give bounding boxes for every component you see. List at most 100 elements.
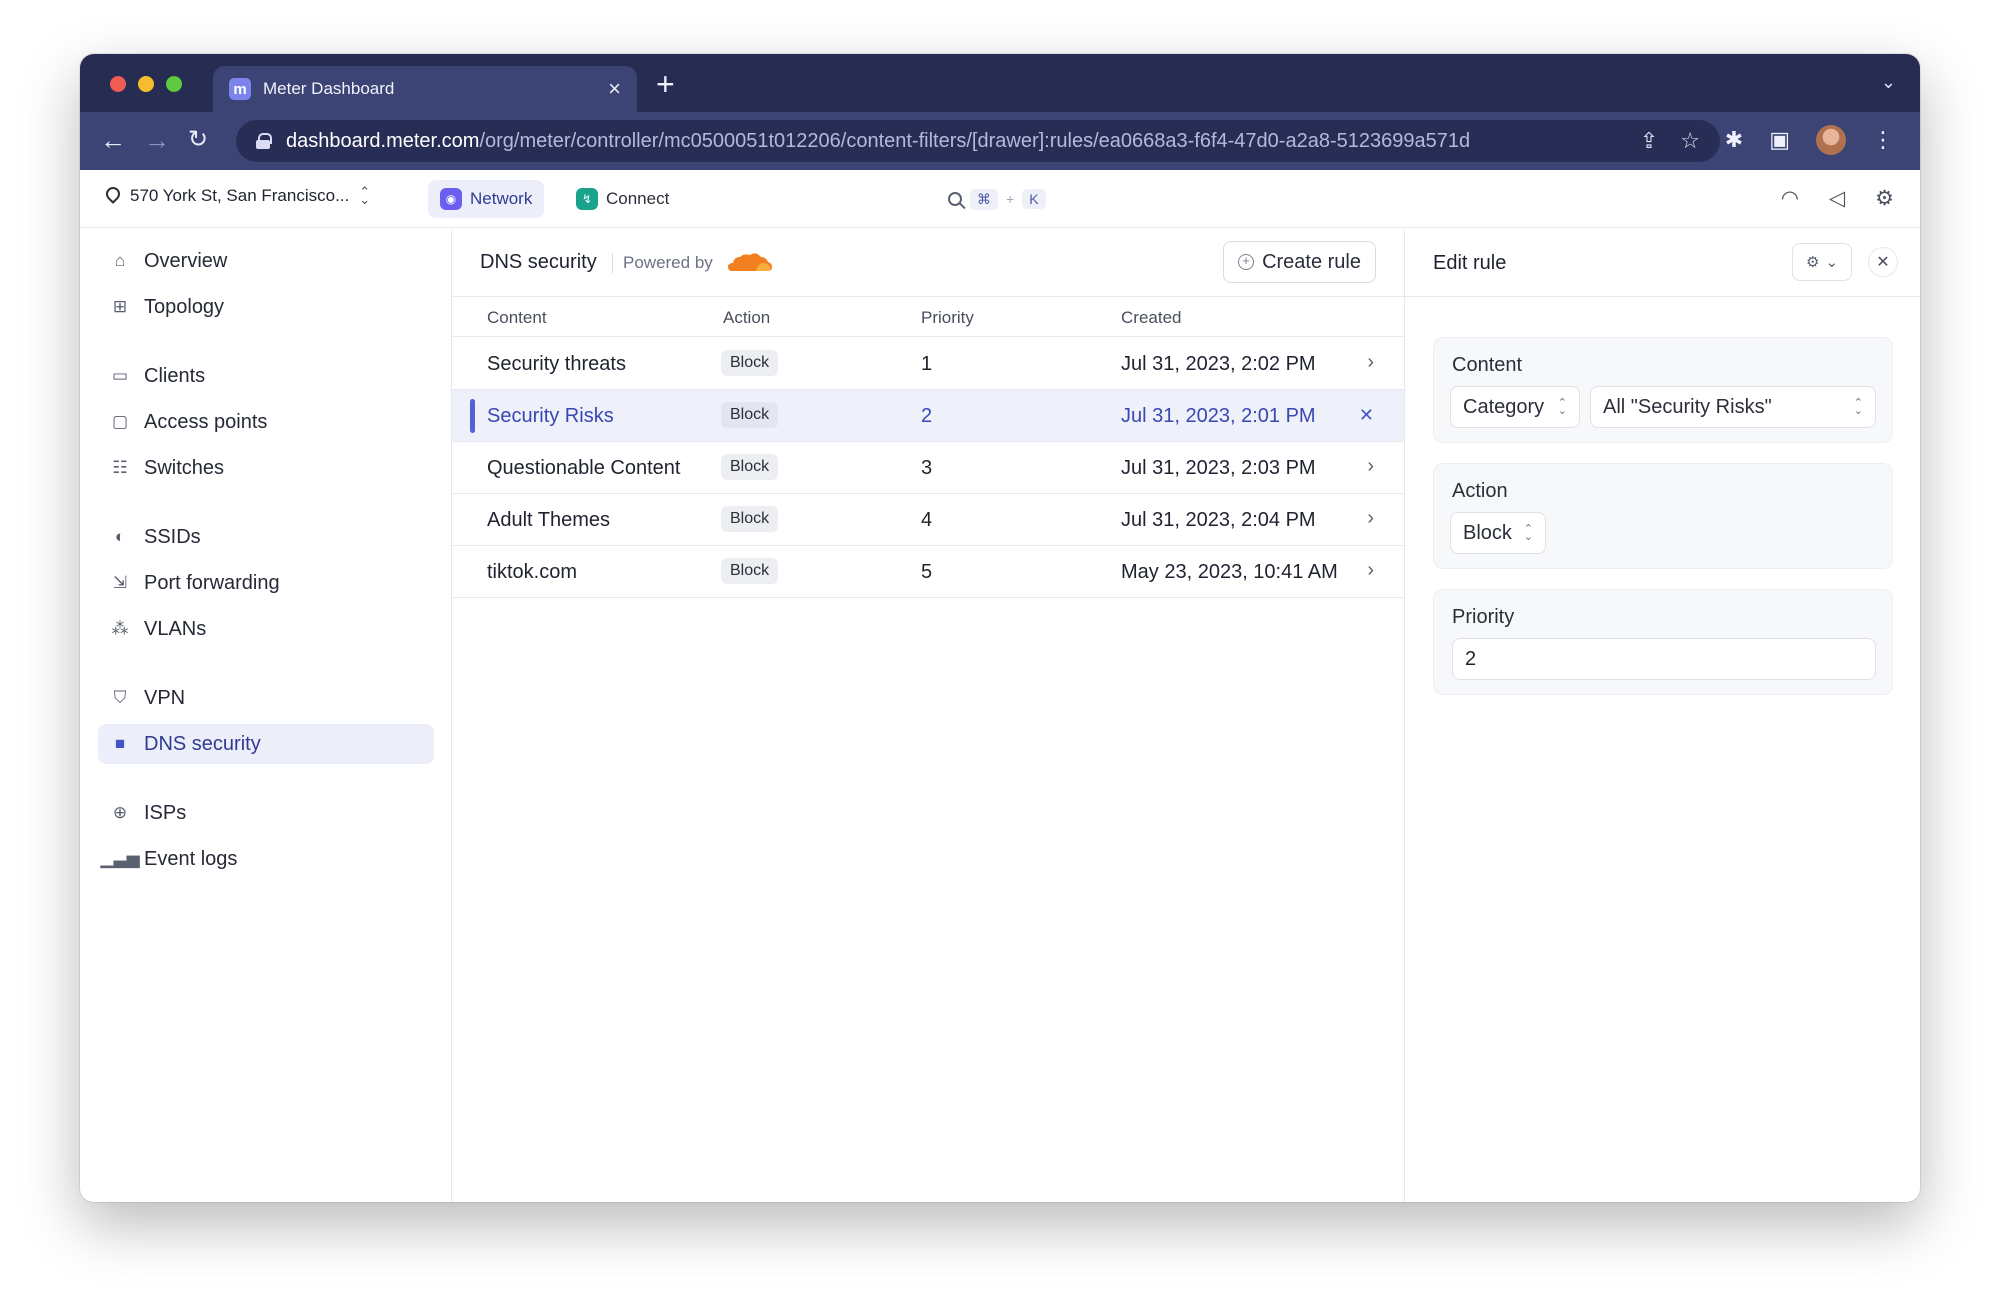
chevron-right-icon: › <box>1367 351 1374 373</box>
column-header-content[interactable]: Content <box>487 308 547 328</box>
location-selector[interactable]: 570 York St, San Francisco... ⌃ ⌄ <box>106 185 370 206</box>
reload-icon[interactable]: ↻ <box>188 124 208 156</box>
minimize-window-button[interactable] <box>138 76 154 92</box>
connect-switcher[interactable]: ↯ Connect <box>564 180 681 218</box>
sidebar-item-label: Access points <box>144 410 268 433</box>
share-icon[interactable]: ⇪ <box>1640 128 1658 154</box>
sidebar-item-port-forwarding[interactable]: ⇲ Port forwarding <box>98 563 434 603</box>
tab-close-icon[interactable]: × <box>608 78 621 100</box>
rule-created: May 23, 2023, 10:41 AM <box>1121 561 1338 583</box>
sidebar-item-clients[interactable]: ▭ Clients <box>98 356 434 396</box>
plus-circle-icon: + <box>1238 254 1255 270</box>
new-tab-button[interactable]: + <box>656 68 675 100</box>
shield-icon: ⛉ <box>113 688 127 707</box>
drawer-title: Edit rule <box>1433 252 1507 274</box>
rule-content: Security threats <box>487 353 626 375</box>
wifi-icon[interactable]: ◠ <box>1781 186 1799 211</box>
rule-created: Jul 31, 2023, 2:02 PM <box>1121 353 1316 375</box>
command-search[interactable]: ⌘ + K <box>938 182 1056 216</box>
action-value: Block <box>1463 521 1512 544</box>
select-arrows-icon: ⌃ ⌄ <box>1523 523 1533 543</box>
maximize-window-button[interactable] <box>166 76 182 92</box>
omnibox-actions: ⇪ ☆ <box>1640 128 1700 154</box>
close-x-icon[interactable]: ✕ <box>1359 405 1374 426</box>
column-header-priority[interactable]: Priority <box>921 308 974 328</box>
sidebar-item-access-points[interactable]: ▢ Access points <box>98 402 434 442</box>
network-switcher[interactable]: ◉ Network <box>428 180 545 218</box>
priority-input[interactable] <box>1452 638 1876 680</box>
rule-created: Jul 31, 2023, 2:03 PM <box>1121 457 1316 479</box>
profile-avatar[interactable] <box>1816 125 1846 155</box>
chevron-right-icon: › <box>1367 507 1374 529</box>
table-row[interactable]: Security threats Block 1 Jul 31, 2023, 2… <box>452 338 1404 390</box>
topology-icon: ⊞ <box>112 297 128 316</box>
select-arrows-icon: ⌃ ⌄ <box>1853 397 1863 417</box>
bookmark-star-icon[interactable]: ☆ <box>1680 128 1700 154</box>
map-pin-icon <box>106 187 120 205</box>
megaphone-icon[interactable]: ◁ <box>1829 186 1845 211</box>
connect-label: Connect <box>606 189 670 208</box>
sidebar-item-dns-security[interactable]: ■ DNS security <box>98 724 434 764</box>
rule-priority: 2 <box>921 405 933 427</box>
devices-icon: ▭ <box>111 366 129 385</box>
tab-strip: m Meter Dashboard × + ⌄ <box>80 54 1920 112</box>
create-rule-button[interactable]: + Create rule <box>1223 241 1376 283</box>
create-rule-label: Create rule <box>1262 250 1361 273</box>
column-header-created[interactable]: Created <box>1121 308 1181 328</box>
settings-gear-icon[interactable]: ⚙ <box>1875 186 1894 211</box>
browser-tab[interactable]: m Meter Dashboard × <box>213 66 637 112</box>
rule-content: Adult Themes <box>487 509 611 531</box>
content-type-select[interactable]: Category ⌃ ⌄ <box>1450 386 1580 428</box>
sidebar-item-topology[interactable]: ⊞ Topology <box>98 287 434 327</box>
table-row[interactable]: Questionable Content Block 3 Jul 31, 202… <box>452 442 1404 494</box>
rule-priority: 5 <box>921 561 933 583</box>
sidebar-item-vpn[interactable]: ⛉ VPN <box>98 678 434 718</box>
column-header-action[interactable]: Action <box>723 308 770 328</box>
sidebar-item-ssids[interactable]: ◐ SSIDs <box>98 517 434 557</box>
extensions-puzzle-icon[interactable]: ✱ <box>1725 127 1743 153</box>
back-icon[interactable]: ← <box>100 124 126 156</box>
sidebar-item-switches[interactable]: ☷ Switches <box>98 448 434 488</box>
bar-chart-icon: ▁▃▅ <box>100 849 140 868</box>
rule-created: Jul 31, 2023, 2:04 PM <box>1121 509 1316 531</box>
sidebar-item-event-logs[interactable]: ▁▃▅ Event logs <box>98 839 434 879</box>
secure-lock-icon <box>256 133 272 149</box>
sidebar-nav: ⌂ Overview ⊞ Topology ▭ Clients ▢ Access… <box>80 229 452 1202</box>
drawer-actions-dropdown[interactable]: ⚙ ⌄ <box>1792 243 1852 281</box>
close-window-button[interactable] <box>110 76 126 92</box>
port-forward-icon: ⇲ <box>112 573 128 592</box>
rule-priority: 1 <box>921 353 933 375</box>
browser-menu-icon[interactable]: ⋮ <box>1872 127 1894 153</box>
action-field-card: Action Block ⌃ ⌄ <box>1433 463 1893 569</box>
tab-search-chevron-icon[interactable]: ⌄ <box>1881 72 1896 93</box>
table-row[interactable]: Adult Themes Block 4 Jul 31, 2023, 2:04 … <box>452 494 1404 546</box>
action-badge: Block <box>721 402 779 428</box>
sidebar-item-vlans[interactable]: ⁂ VLANs <box>98 609 434 649</box>
table-row[interactable]: tiktok.com Block 5 May 23, 2023, 10:41 A… <box>452 546 1404 598</box>
side-panel-icon[interactable]: ▣ <box>1769 127 1790 153</box>
rule-content: Questionable Content <box>487 457 681 479</box>
content-value-select[interactable]: All "Security Risks" ⌃ ⌄ <box>1590 386 1876 428</box>
select-arrows-icon: ⌃ ⌄ <box>1557 397 1567 417</box>
chevron-right-icon: › <box>1367 559 1374 581</box>
forward-icon[interactable]: → <box>144 124 170 156</box>
action-select[interactable]: Block ⌃ ⌄ <box>1450 512 1546 554</box>
globe-icon: ⊕ <box>112 803 128 822</box>
chevron-right-icon: › <box>1367 455 1374 477</box>
sidebar-item-label: ISPs <box>144 801 187 824</box>
page-title: DNS security <box>480 251 597 273</box>
sidebar-item-isps[interactable]: ⊕ ISPs <box>98 793 434 833</box>
gear-icon: ⚙ <box>1805 254 1820 271</box>
table-row-selected[interactable]: Security Risks Block 2 Jul 31, 2023, 2:0… <box>452 390 1404 442</box>
sidebar-item-overview[interactable]: ⌂ Overview <box>98 241 434 281</box>
priority-field-card: Priority <box>1433 589 1893 695</box>
content-field-card: Content Category ⌃ ⌄ All "Security Risks"… <box>1433 337 1893 443</box>
close-drawer-button[interactable]: ✕ <box>1868 247 1898 277</box>
access-point-icon: ▢ <box>111 412 129 431</box>
url-bar[interactable]: dashboard.meter.com /org/meter/controlle… <box>236 120 1720 162</box>
rules-header: DNS security Powered by + Create rule <box>452 229 1404 297</box>
url-path: /org/meter/controller/mc0500051t012206/c… <box>479 129 1471 152</box>
powered-by-label: Powered by <box>612 253 713 273</box>
cloudflare-logo-icon <box>728 253 772 271</box>
table-header: Content Action Priority Created <box>452 297 1404 337</box>
